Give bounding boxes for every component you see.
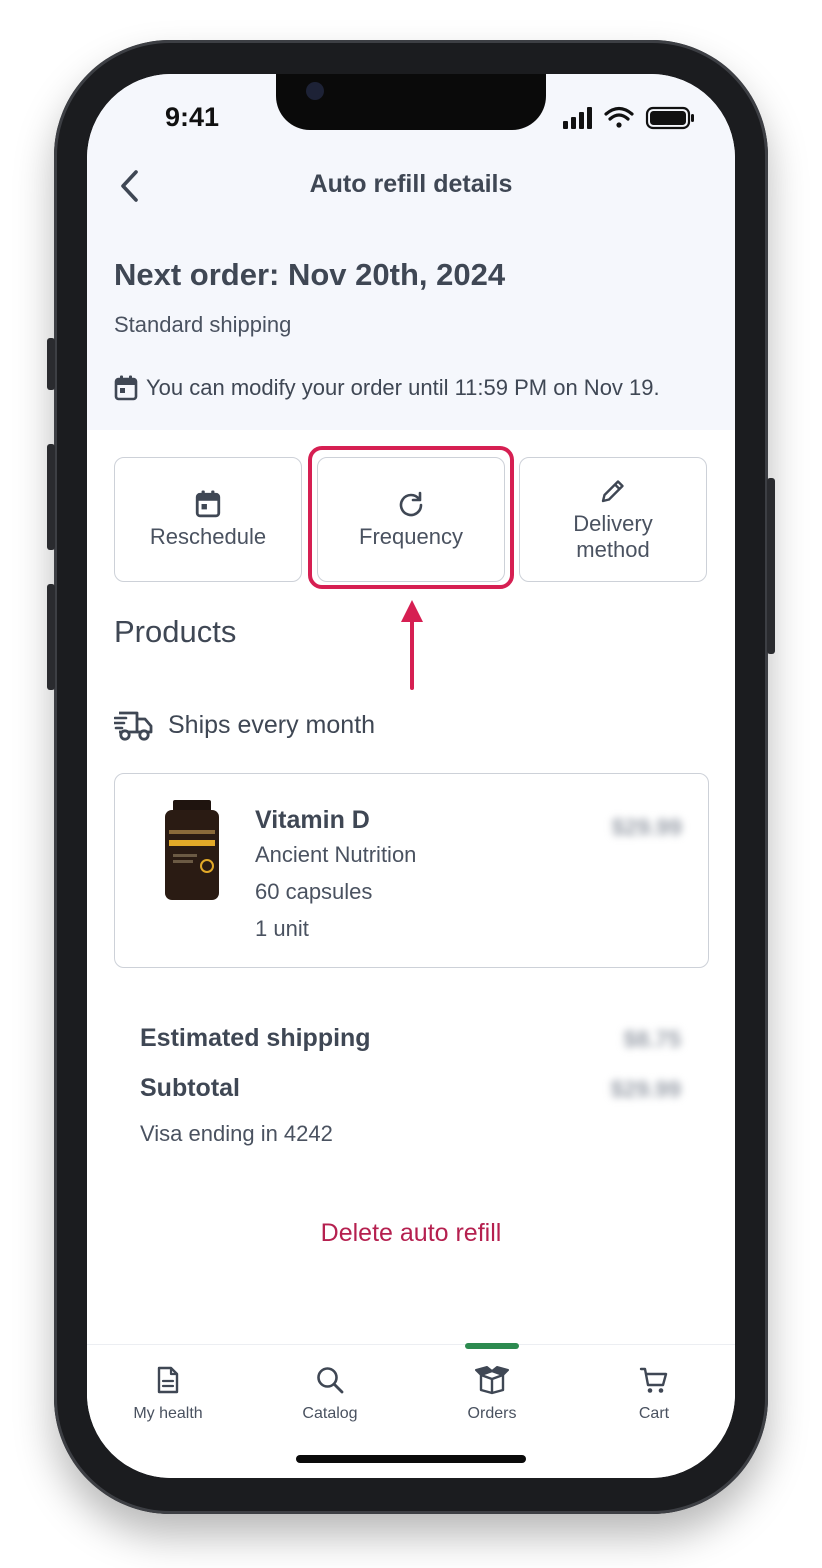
status-icons <box>563 106 694 130</box>
search-icon <box>317 1367 344 1394</box>
shipping-method: Standard shipping <box>114 312 292 337</box>
arrow-up-icon <box>401 600 423 690</box>
ships-frequency-text: Ships every month <box>168 710 376 739</box>
home-indicator[interactable] <box>296 1455 526 1463</box>
reschedule-label: Reschedule <box>149 523 267 549</box>
next-order-heading: Next order: Nov 20th, 2024 <box>114 257 506 292</box>
phone-volume-down <box>47 584 55 690</box>
ships-frequency-row: Ships every month <box>114 708 375 742</box>
status-time: 9:41 <box>165 102 220 132</box>
tab-cart-label: Cart <box>638 1405 670 1422</box>
product-brand: Ancient Nutrition <box>255 842 417 867</box>
reschedule-button[interactable]: Reschedule <box>114 457 302 582</box>
payment-method: Visa ending in 4242 <box>140 1121 333 1146</box>
estimated-shipping-label: Estimated shipping <box>140 1024 371 1052</box>
phone-power-button <box>767 478 775 654</box>
frequency-highlight-annotation <box>308 446 514 589</box>
subtotal-value: $29.99 <box>610 1076 681 1102</box>
tab-my-health-label: My health <box>133 1405 203 1422</box>
product-price: $29.99 <box>611 814 682 840</box>
subtotal-label: Subtotal <box>140 1074 240 1102</box>
battery-icon <box>645 106 694 130</box>
tab-catalog[interactable]: Catalog <box>260 1365 400 1435</box>
active-tab-indicator <box>465 1343 519 1349</box>
calendar-icon <box>195 490 221 517</box>
product-quantity: 1 unit <box>255 916 309 941</box>
notch <box>276 74 546 130</box>
products-heading: Products <box>114 614 237 649</box>
product-name: Vitamin D <box>255 806 370 834</box>
page-title: Auto refill details <box>309 170 513 198</box>
delivery-method-button[interactable]: Delivery method <box>519 457 707 582</box>
signal-icon <box>563 107 592 129</box>
calendar-icon <box>114 375 138 401</box>
tab-my-health[interactable]: My health <box>98 1365 238 1435</box>
tab-catalog-label: Catalog <box>302 1405 358 1422</box>
estimated-shipping-value: $8.75 <box>623 1026 681 1052</box>
front-camera <box>306 82 324 100</box>
document-icon <box>157 1366 179 1394</box>
delivery-method-label-line1: Delivery <box>573 510 653 536</box>
tab-orders-label: Orders <box>467 1405 517 1422</box>
delivery-method-label-line2: method <box>576 536 650 562</box>
tab-orders[interactable]: Orders <box>422 1365 562 1435</box>
box-icon <box>475 1366 509 1395</box>
phone-volume-up <box>47 444 55 550</box>
delete-auto-refill-button[interactable]: Delete auto refill <box>87 1219 735 1248</box>
tab-cart[interactable]: Cart <box>584 1365 724 1435</box>
modify-notice-text: You can modify your order until 11:59 PM… <box>146 375 660 400</box>
cart-icon <box>639 1367 668 1393</box>
product-size: 60 capsules <box>255 879 373 904</box>
wifi-icon <box>604 106 634 128</box>
truck-icon <box>114 711 153 741</box>
pencil-icon <box>601 479 624 502</box>
modify-notice: You can modify your order until 11:59 PM… <box>114 373 660 403</box>
product-item-card[interactable]: Vitamin D Ancient Nutrition 60 capsules … <box>114 773 709 968</box>
app-screen: 9:41 Auto refill details Next order: Nov… <box>87 74 735 1478</box>
phone-mute-switch <box>47 338 55 390</box>
product-bottle-image <box>165 800 219 900</box>
